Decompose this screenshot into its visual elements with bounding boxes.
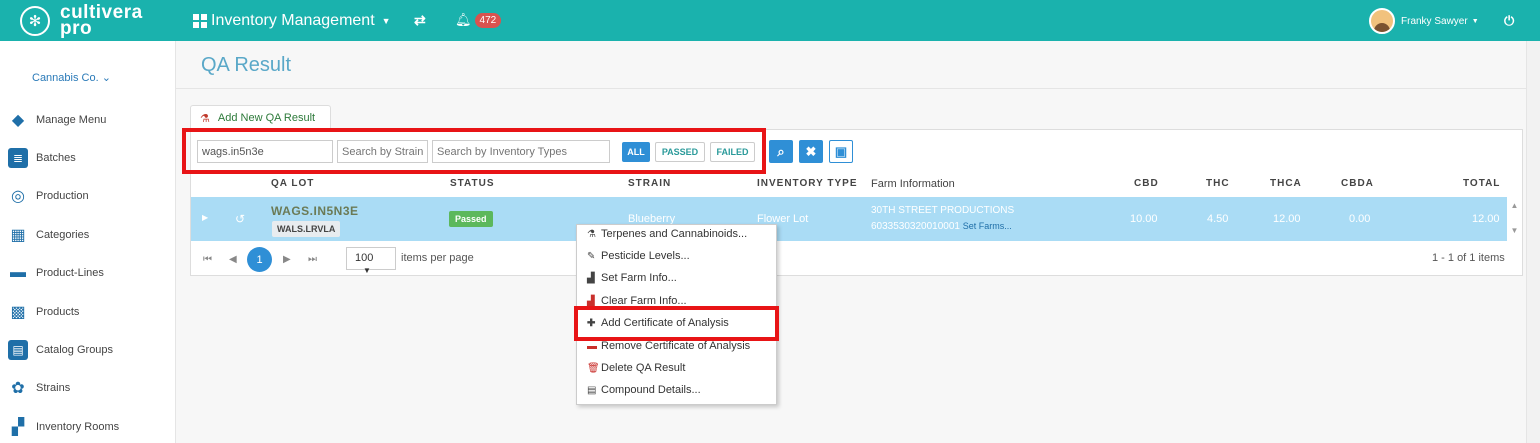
menu-item-set-farm-info[interactable]: ▟ Set Farm Info... — [587, 272, 677, 284]
close-icon: ✖ — [805, 143, 817, 159]
grid-icon — [193, 14, 207, 28]
header-inventory-type[interactable]: INVENTORY TYPE — [757, 178, 858, 189]
factory-icon: ▟ — [587, 295, 595, 307]
caret-down-icon: ▼ — [363, 266, 371, 275]
user-menu[interactable]: Franky Sawyer ▼ — [1369, 8, 1479, 34]
cycle-icon: ◎ — [11, 188, 25, 205]
sidebar-item-inventory-rooms[interactable]: ▞ Inventory Rooms — [8, 417, 119, 437]
swap-icon[interactable]: ⇄ — [414, 12, 426, 29]
search-button[interactable]: ⌕ — [769, 140, 793, 163]
rooms-icon: ▞ — [11, 419, 25, 436]
company-selector[interactable]: Cannabis Co. ⌄ — [32, 71, 111, 84]
user-name: Franky Sawyer — [1401, 15, 1468, 27]
dropper-icon: ✎ — [587, 250, 596, 262]
list-icon: ▤ — [587, 384, 597, 396]
prev-page-icon[interactable]: ◀ — [229, 254, 237, 265]
menu-item-terpenes[interactable]: ⚗ Terpenes and Cannabinoids... — [587, 228, 747, 240]
highlight-box — [574, 306, 779, 341]
page-title: QA Result — [201, 54, 292, 76]
header-status[interactable]: STATUS — [450, 178, 495, 189]
thca-cell: 12.00 — [1273, 213, 1301, 225]
menu-item-compound-details[interactable]: ▤ Compound Details... — [587, 384, 701, 396]
notification-count: 472 — [474, 12, 502, 28]
brand-name: cultivera pro — [60, 2, 143, 39]
table-icon: ▦ — [10, 227, 26, 244]
cbd-cell: 10.00 — [1130, 213, 1158, 225]
header-strain[interactable]: STRAIN — [628, 178, 671, 189]
header-total[interactable]: TOTAL — [1463, 178, 1500, 189]
bell-icon: 🔔︎ — [455, 12, 472, 27]
catalog-icon: ▤ — [8, 340, 28, 360]
next-page-icon[interactable]: ▶ — [283, 254, 291, 265]
save-button[interactable]: ▣ — [829, 140, 853, 163]
add-qa-result-tab[interactable]: ⚗ Add New QA Result — [190, 105, 331, 130]
factory-icon: ▟ — [587, 272, 595, 284]
items-count: 1 - 1 of 1 items — [1432, 252, 1505, 264]
sidebar-item-categories[interactable]: ▦ Categories — [8, 225, 89, 245]
header-cbda[interactable]: CBDA — [1341, 178, 1374, 189]
thc-cell: 4.50 — [1207, 213, 1229, 225]
table-row[interactable] — [191, 197, 1507, 241]
sidebar-item-catalog-groups[interactable]: ▤ Catalog Groups — [8, 340, 113, 360]
flask-icon: ⚗ — [587, 228, 596, 240]
farm-name: 30TH STREET PRODUCTIONS — [871, 205, 1015, 216]
header-qa-lot[interactable]: QA LOT — [271, 178, 314, 189]
module-selector[interactable]: Inventory Management ▼ — [193, 12, 391, 30]
module-label: Inventory Management — [211, 12, 375, 29]
first-page-icon[interactable]: ⏮ — [203, 254, 212, 265]
cannabis-leaf-icon: ✻ — [20, 6, 50, 36]
top-bar: ✻ cultivera pro Inventory Management ▼ ⇄… — [0, 0, 1540, 41]
per-page-label: items per page — [401, 252, 474, 264]
menu-item-delete-qa-result[interactable]: 🗑︎ Delete QA Result — [587, 362, 685, 374]
sidebar-item-strains[interactable]: ✿ Strains — [8, 378, 70, 398]
sidebar-item-manage-menu[interactable]: ◆ Manage Menu — [8, 110, 106, 130]
cbda-cell: 0.00 — [1349, 213, 1371, 225]
last-page-icon[interactable]: ⏭ — [308, 254, 317, 265]
header-farm-information[interactable]: Farm Information — [871, 178, 955, 190]
strain-icon: ✿ — [11, 380, 25, 397]
flask-icon: ⚗ — [200, 112, 210, 125]
power-icon[interactable]: ⏻ — [1504, 13, 1514, 29]
avatar — [1369, 8, 1395, 34]
page-scrollbar[interactable] — [1526, 41, 1540, 443]
brand-logo[interactable]: ✻ cultivera pro — [20, 2, 143, 39]
notifications[interactable]: 🔔︎ 472 — [455, 12, 502, 28]
page-number[interactable]: 1 — [247, 247, 272, 272]
header-thc[interactable]: THC — [1206, 178, 1230, 189]
sidebar-item-batches[interactable]: ≣ Batches — [8, 148, 76, 168]
save-icon: ▣ — [834, 143, 848, 159]
rows-icon: ▬ — [10, 264, 26, 281]
grid-icon: ▩ — [10, 304, 26, 321]
header-thca[interactable]: THCA — [1270, 178, 1302, 189]
caret-down-icon: ▼ — [1471, 17, 1479, 25]
trash-icon: 🗑︎ — [587, 362, 600, 374]
caret-down-icon: ▼ — [381, 16, 391, 26]
menu-item-pesticide-levels[interactable]: ✎ Pesticide Levels... — [587, 250, 690, 262]
header-cbd[interactable]: CBD — [1134, 178, 1159, 189]
total-cell: 12.00 — [1472, 213, 1500, 225]
tag-icon: ◆ — [11, 112, 25, 129]
list-icon: ≣ — [8, 148, 28, 168]
qa-lot-number: WAGS.IN5N3E — [271, 204, 359, 218]
sidebar-item-product-lines[interactable]: ▬ Product-Lines — [8, 263, 104, 283]
minus-icon: ▬ — [587, 340, 597, 352]
sidebar-item-production[interactable]: ◎ Production — [8, 186, 89, 206]
lot-sub-badge: WALS.LRVLA — [272, 221, 341, 237]
search-icon: ⌕ — [777, 143, 785, 159]
per-page-select[interactable]: 100 ▼ — [346, 247, 396, 275]
expand-icon[interactable]: ▶ — [202, 213, 208, 222]
clear-button[interactable]: ✖ — [799, 140, 823, 163]
grid-scrollbar[interactable]: ▲ ▼ — [1507, 197, 1522, 241]
sidebar-item-products[interactable]: ▩ Products — [8, 302, 79, 322]
divider — [176, 88, 1540, 89]
farm-id: 6033530320010001 Set Farms... — [871, 221, 1012, 232]
menu-item-remove-certificate[interactable]: ▬ Remove Certificate of Analysis — [587, 340, 750, 352]
history-icon[interactable]: ↺ — [235, 212, 245, 226]
highlight-box — [182, 128, 766, 174]
set-farms-link[interactable]: Set Farms... — [963, 221, 1012, 231]
status-badge: Passed — [449, 211, 493, 227]
